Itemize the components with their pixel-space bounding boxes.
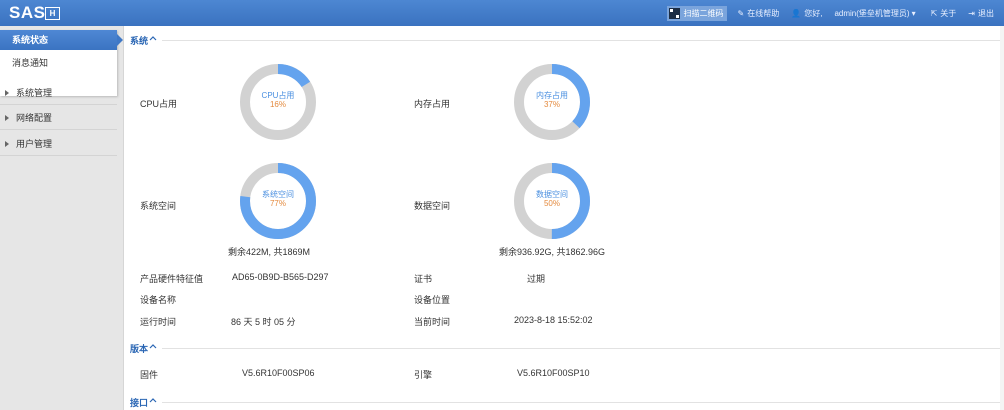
main-content: 系统 CPU占用 CPU占用 16% 内存占用 内存占用 37% 系统空间 系统… <box>124 26 1004 410</box>
logout-link[interactable]: ⇥ 退出 <box>968 8 994 19</box>
greeting: 👤 您好, <box>791 8 822 19</box>
data-space-label: 数据空间 <box>414 201 451 211</box>
data-space-donut-chart: 数据空间 50% <box>512 161 592 241</box>
section-interface-title: 接口 <box>130 398 149 408</box>
engine-label: 引擎 <box>414 370 433 380</box>
section-system-title: 系统 <box>130 36 149 46</box>
help-label: 在线帮助 <box>747 8 780 18</box>
system-space-label: 系统空间 <box>140 201 177 211</box>
scan-qr-label: 扫描二维码 <box>683 8 724 18</box>
hardware-id-label: 产品硬件特征值 <box>140 274 204 284</box>
logout-label: 退出 <box>978 8 994 18</box>
section-system-header[interactable]: 系统 <box>124 34 1000 48</box>
section-divider <box>162 402 1000 403</box>
user-menu[interactable]: admin(堡垒机管理员) ▾ <box>834 8 918 19</box>
section-interface-header[interactable]: 接口 <box>124 396 1000 410</box>
about-icon: ⇱ <box>930 8 938 18</box>
section-version-header[interactable]: 版本 <box>124 342 1000 356</box>
sidebar: 系统状态 消息通知 系统管理 网络配置 用户管理 <box>0 26 124 410</box>
uptime-label: 运行时间 <box>140 317 177 327</box>
about-label: 关于 <box>940 8 957 18</box>
top-bar: SAS H 扫描二维码 ✎ 在线帮助 👤 您好, admin(堡垒机管理员) ▾… <box>0 0 1004 26</box>
scrollbar[interactable] <box>1000 26 1004 410</box>
cpu-donut-chart: CPU占用 16% <box>238 62 318 142</box>
current-time-label: 当前时间 <box>414 317 451 327</box>
sidebar-menu-system-management[interactable]: 系统管理 <box>0 81 117 105</box>
data-space-donut-percent: 50% <box>543 199 560 208</box>
greeting-label: 您好, <box>804 8 823 18</box>
sidebar-menu-user-management[interactable]: 用户管理 <box>0 132 117 156</box>
system-space-donut-chart: 系统空间 77% <box>238 161 318 241</box>
firmware-label: 固件 <box>140 370 159 380</box>
sidebar-item-system-status[interactable]: 系统状态 <box>0 30 123 50</box>
certificate-label: 证书 <box>414 274 433 284</box>
about-link[interactable]: ⇱ 关于 <box>931 8 957 19</box>
help-icon: ✎ <box>737 8 745 18</box>
logout-icon: ⇥ <box>968 8 975 18</box>
device-location-label: 设备位置 <box>414 295 451 305</box>
firmware-value: V5.6R10F00SP06 <box>242 368 315 378</box>
chevron-up-icon <box>149 36 157 41</box>
chevron-up-icon <box>149 344 157 349</box>
sidebar-menu-network-config[interactable]: 网络配置 <box>0 106 117 130</box>
scan-qr-button[interactable]: 扫描二维码 <box>666 5 727 21</box>
engine-value: V5.6R10F00SP10 <box>517 368 590 378</box>
memory-donut-chart: 内存占用 37% <box>512 62 592 142</box>
section-version-title: 版本 <box>130 344 149 354</box>
uptime-value: 86 天 5 时 05 分 <box>231 317 296 327</box>
certificate-value: 过期 <box>527 274 546 284</box>
data-space-caption: 剩余936.92G, 共1862.96G <box>499 247 606 257</box>
logo-badge: H <box>45 7 60 20</box>
hardware-id-value: AD65-0B9D-B565-D297 <box>232 272 329 282</box>
help-link[interactable]: ✎ 在线帮助 <box>738 8 780 19</box>
sidebar-item-notifications[interactable]: 消息通知 <box>0 53 117 73</box>
user-name: admin(堡垒机管理员) <box>834 8 910 18</box>
current-time-value: 2023-8-18 15:52:02 <box>514 315 593 325</box>
caret-down-icon: ▾ <box>911 8 916 18</box>
qr-code-icon <box>668 7 680 19</box>
system-space-donut-percent: 77% <box>269 199 286 208</box>
device-name-label: 设备名称 <box>140 295 177 305</box>
cpu-usage-label: CPU占用 <box>140 99 178 109</box>
top-right-menu: 扫描二维码 ✎ 在线帮助 👤 您好, admin(堡垒机管理员) ▾ ⇱ 关于 … <box>666 0 1004 26</box>
chevron-up-icon <box>149 398 157 403</box>
memory-usage-label: 内存占用 <box>414 99 451 109</box>
user-icon: 👤 <box>791 8 802 18</box>
system-space-caption: 剩余422M, 共1869M <box>228 247 311 257</box>
section-divider <box>162 40 1000 41</box>
memory-donut-percent: 37% <box>543 100 560 109</box>
cpu-donut-percent: 16% <box>269 100 286 109</box>
section-divider <box>162 348 1000 349</box>
logo: SAS <box>9 3 46 22</box>
